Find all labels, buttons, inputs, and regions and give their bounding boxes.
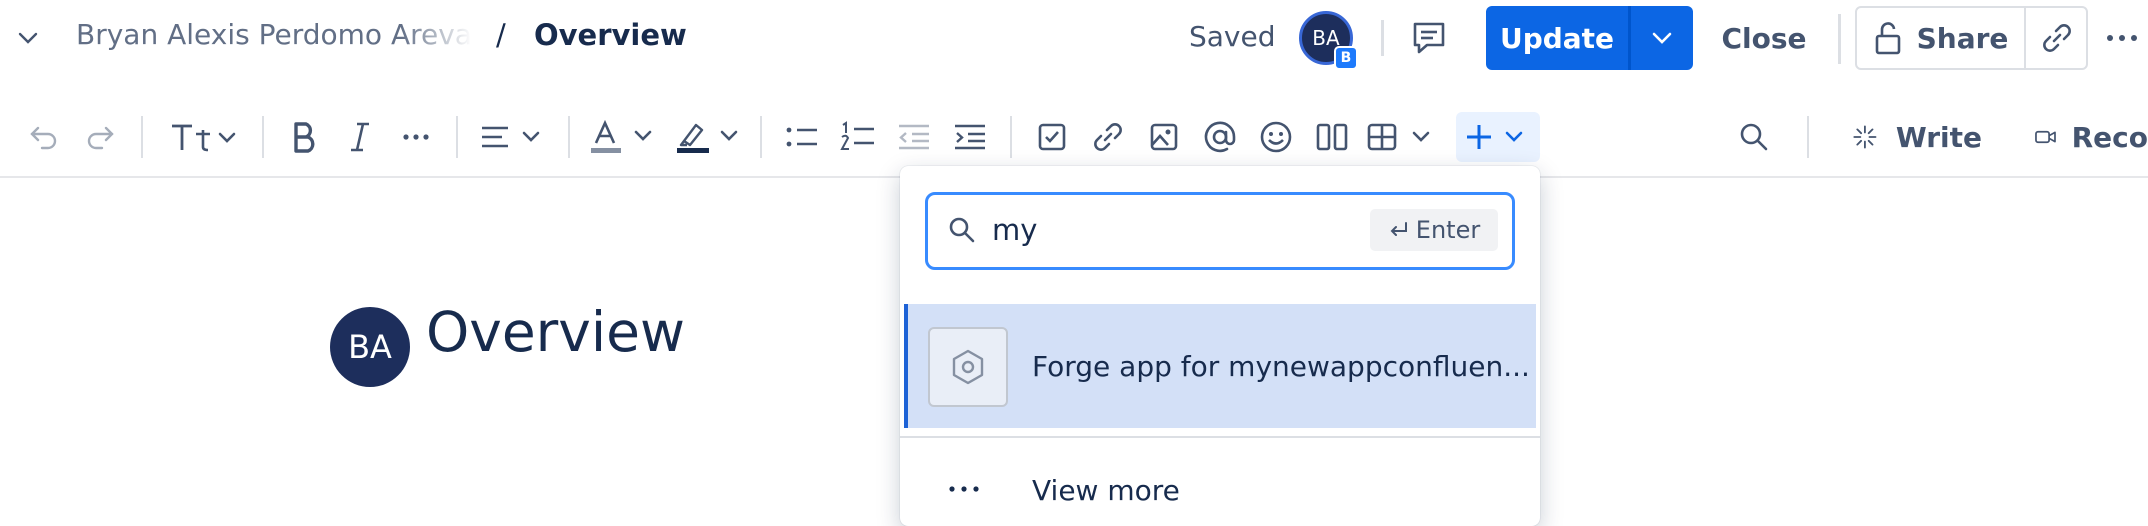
divider [1381, 20, 1384, 56]
find-replace-button[interactable] [1732, 112, 1776, 162]
numbered-list-icon [840, 121, 874, 150]
enter-icon [1390, 222, 1407, 236]
share-button[interactable]: Share [1855, 6, 2026, 70]
emoji-button[interactable] [1256, 112, 1296, 162]
divider [900, 436, 1540, 438]
unlock-icon [1875, 22, 1900, 55]
insert-image-button[interactable] [1144, 112, 1184, 162]
breadcrumb-parent[interactable]: Bryan Alexis Perdomo Arevalo [76, 18, 472, 51]
numbered-list-button[interactable] [838, 112, 878, 162]
update-options-button[interactable] [1631, 6, 1693, 70]
toolbar-divider [568, 116, 570, 158]
more-icon [948, 478, 988, 497]
outdent-button[interactable] [894, 112, 934, 162]
video-icon [2035, 130, 2056, 144]
table-icon [1367, 123, 1430, 151]
more-actions-button[interactable] [2104, 20, 2148, 56]
highlighter-icon [677, 123, 738, 153]
chevron-down-icon [1652, 32, 1672, 44]
indent-icon [955, 124, 985, 150]
share-label: Share [1916, 21, 2009, 55]
text-color-dropdown[interactable] [588, 112, 658, 162]
text-color-icon [591, 119, 652, 153]
text-style-dropdown[interactable] [168, 112, 242, 162]
toolbar-divider [262, 116, 264, 158]
align-left-icon [482, 126, 540, 148]
toolbar-divider [456, 116, 458, 158]
action-item-button[interactable] [1032, 112, 1072, 162]
update-button[interactable]: Update [1486, 6, 1628, 70]
redo-icon [87, 126, 114, 150]
write-label: Write [1895, 120, 1982, 154]
highlight-color-dropdown[interactable] [674, 112, 744, 162]
bullet-list-button[interactable] [782, 112, 822, 162]
more-formatting-button[interactable] [394, 112, 438, 162]
record-button[interactable]: Reco [2034, 112, 2148, 162]
toolbar-divider [141, 116, 143, 158]
outdent-icon [899, 124, 929, 150]
avatar-badge: B [1334, 46, 1358, 70]
enter-hint: Enter [1370, 209, 1498, 251]
bullet-list-icon [786, 127, 817, 147]
comment-icon[interactable] [1410, 20, 1448, 56]
copy-link-button[interactable] [2026, 6, 2088, 70]
insert-elements-dropdown[interactable] [1456, 112, 1540, 162]
toolbar-divider [1010, 116, 1012, 158]
search-icon [1740, 123, 1768, 151]
page-title[interactable]: Overview [426, 300, 685, 364]
search-icon [948, 216, 976, 244]
layouts-button[interactable] [1312, 112, 1352, 162]
alignment-dropdown[interactable] [478, 112, 548, 162]
sparkle-icon [1853, 125, 1877, 149]
text-style-icon [172, 124, 236, 152]
indent-button[interactable] [950, 112, 990, 162]
link-icon [2043, 24, 2071, 52]
forge-app-icon [928, 327, 1008, 407]
breadcrumb-current[interactable]: Overview [534, 18, 687, 52]
divider [1838, 14, 1841, 64]
undo-icon [30, 126, 57, 150]
more-icon [403, 134, 429, 140]
toolbar-divider [1807, 116, 1809, 158]
record-label: Reco [2071, 120, 2148, 154]
redo-button[interactable] [78, 112, 122, 162]
search-value: my [992, 213, 1038, 247]
insert-link-button[interactable] [1088, 112, 1128, 162]
italic-button[interactable] [338, 112, 382, 162]
chevron-down-icon[interactable] [16, 28, 40, 48]
toolbar-divider [760, 116, 762, 158]
mention-icon [1204, 121, 1236, 153]
mention-button[interactable] [1200, 112, 1240, 162]
breadcrumb-separator: / [496, 18, 506, 52]
plus-icon [1467, 125, 1523, 149]
table-dropdown[interactable] [1366, 112, 1436, 162]
close-button[interactable]: Close [1716, 6, 1812, 70]
image-icon [1150, 123, 1178, 151]
author-avatar[interactable]: BA [330, 307, 410, 387]
layout-columns-icon [1316, 123, 1348, 151]
list-item-label: Forge app for mynewappconfluen... [1032, 350, 1530, 383]
emoji-icon [1260, 121, 1292, 153]
bold-icon [294, 122, 315, 153]
checkbox-icon [1038, 123, 1066, 151]
view-more-button[interactable]: View more [1032, 474, 1180, 507]
bold-button[interactable] [282, 112, 326, 162]
undo-button[interactable] [22, 112, 66, 162]
write-ai-button[interactable]: Write [1852, 112, 1982, 162]
more-icon [2107, 35, 2137, 41]
enter-hint-label: Enter [1415, 216, 1481, 244]
italic-icon [351, 122, 369, 152]
save-status: Saved [1189, 20, 1276, 53]
link-icon [1094, 123, 1122, 151]
